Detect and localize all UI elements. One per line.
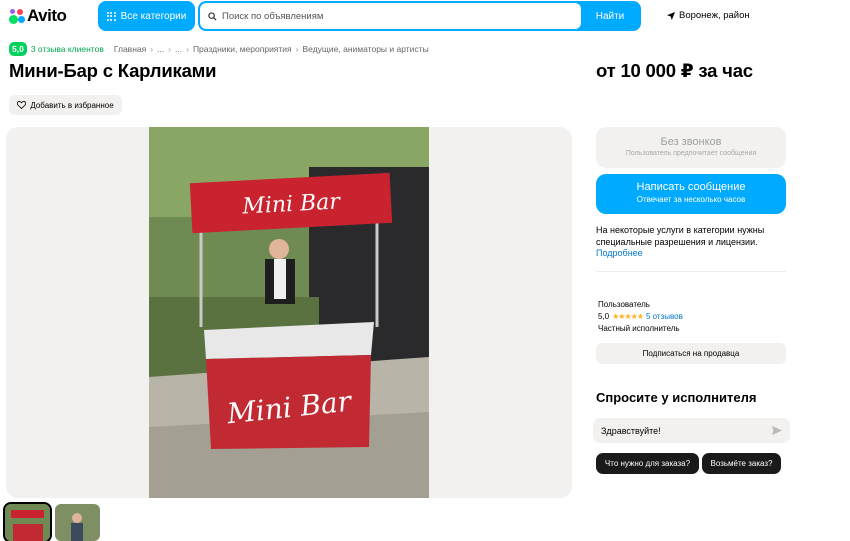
search-bar: Найти: [198, 1, 641, 31]
star-rating-icon: ★★★★★: [612, 312, 644, 321]
quick-question-chip[interactable]: Возьмёте заказ?: [702, 453, 781, 474]
add-to-favorites-label: Добавить в избранное: [30, 100, 114, 110]
breadcrumb-separator: ›: [168, 44, 171, 54]
thumbnail-image: [5, 504, 50, 541]
breadcrumb-events[interactable]: Праздники, мероприятия: [193, 44, 292, 54]
listing-title: Мини-Бар с Карликами: [9, 60, 217, 81]
seller-type: Частный исполнитель: [598, 324, 680, 333]
grid-icon: [106, 11, 116, 21]
ask-message-input[interactable]: [601, 425, 772, 436]
seller-reviews-link[interactable]: 5 отзывов: [646, 312, 683, 321]
location-arrow-icon: [667, 11, 675, 20]
search-button[interactable]: Найти: [581, 3, 639, 29]
seller-score: 5,0: [598, 312, 610, 321]
all-categories-button[interactable]: Все категории: [98, 1, 195, 31]
add-to-favorites-button[interactable]: Добавить в избранное: [9, 95, 122, 115]
write-message-title: Написать сообщение: [636, 181, 746, 193]
no-calls-title: Без звонков: [660, 136, 722, 148]
search-icon: [208, 11, 217, 21]
more-info-link[interactable]: Подробнее: [596, 248, 643, 258]
all-categories-label: Все категории: [120, 10, 187, 22]
breadcrumb-separator: ›: [295, 44, 299, 54]
gallery-thumbnail-1[interactable]: [3, 502, 52, 541]
gallery-thumbnail-2[interactable]: [55, 504, 100, 541]
photo-gallery: Mini Bar Mini Bar: [6, 127, 572, 498]
breadcrumb-collapsed-1[interactable]: ...: [157, 44, 164, 54]
rating-badge: 5,0: [9, 42, 27, 56]
divider: [596, 271, 786, 272]
breadcrumb-home[interactable]: Главная: [114, 44, 146, 54]
avito-logo[interactable]: Avito: [9, 6, 67, 25]
location-label: Воронеж, район: [679, 10, 750, 21]
logo-dots-icon: [9, 8, 25, 24]
no-calls-button: Без звонков Пользователь предпочитает со…: [596, 127, 786, 168]
sign-text-top: Mini Bar: [241, 189, 342, 219]
search-field: [200, 3, 581, 29]
client-reviews-link[interactable]: 3 отзыва клиентов: [31, 44, 104, 54]
breadcrumb-hosts[interactable]: Ведущие, аниматоры и артисты: [303, 44, 429, 54]
write-message-button[interactable]: Написать сообщение Отвечает за несколько…: [596, 174, 786, 214]
breadcrumb-collapsed-2[interactable]: ...: [175, 44, 182, 54]
seller-name[interactable]: Пользователь: [598, 300, 650, 309]
logo-text: Avito: [27, 6, 67, 25]
listing-photo[interactable]: Mini Bar Mini Bar: [149, 127, 429, 498]
thumbnail-image: [55, 504, 100, 541]
ask-message-box: [593, 418, 790, 443]
search-input[interactable]: [222, 10, 581, 22]
ask-seller-heading: Спросите у исполнителя: [596, 390, 757, 405]
seller-rating: 5,0 ★★★★★ 5 отзывов: [598, 312, 683, 321]
rating-breadcrumb-row: 5,0 3 отзыва клиентов Главная › ... › ..…: [9, 42, 429, 56]
quick-question-chip[interactable]: Что нужно для заказа?: [596, 453, 699, 474]
breadcrumb-separator: ›: [150, 44, 154, 54]
send-icon[interactable]: [772, 426, 782, 435]
heart-icon: [17, 101, 27, 109]
no-calls-subtitle: Пользователь предпочитает сообщения: [625, 150, 757, 157]
subscribe-seller-button[interactable]: Подписаться на продавца: [596, 343, 786, 364]
write-message-subtitle: Отвечает за несколько часов: [636, 195, 746, 204]
breadcrumb-separator: ›: [186, 44, 189, 54]
license-notice: На некоторые услуги в категории нужны сп…: [596, 225, 765, 247]
location-selector[interactable]: Воронеж, район: [667, 10, 750, 21]
listing-price: от 10 000 ₽ за час: [596, 60, 753, 81]
